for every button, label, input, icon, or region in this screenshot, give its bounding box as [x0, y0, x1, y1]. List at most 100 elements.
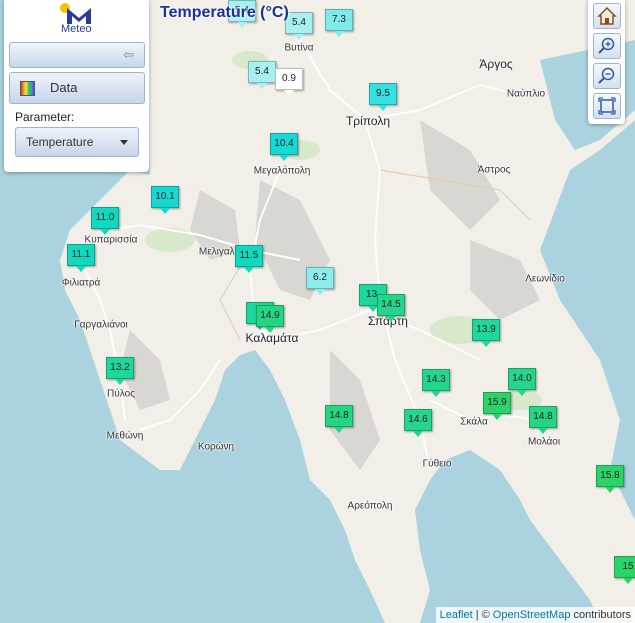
leaflet-link[interactable]: Leaflet	[440, 609, 473, 621]
station-marker[interactable]: 14.8	[325, 405, 353, 433]
marker-pointer	[257, 83, 267, 89]
station-marker[interactable]: 7.3	[325, 9, 353, 37]
marker-pointer	[386, 316, 396, 322]
town-label: Γαργαλιάνοι	[74, 319, 128, 331]
station-value: 11.1	[67, 244, 95, 266]
town-label: Μεγαλόπολη	[253, 165, 311, 177]
station-value: 5.4	[248, 61, 276, 83]
station-value: 13.2	[106, 357, 134, 379]
station-value: 6.2	[306, 267, 334, 289]
station-value: 10.4	[270, 133, 298, 155]
marker-pointer	[334, 427, 344, 433]
town-label: Καλαμάτα	[245, 331, 299, 345]
town-label: Άργος	[479, 57, 513, 71]
home-button[interactable]	[593, 3, 621, 29]
marker-pointer	[538, 428, 548, 434]
station-value: 14.0	[508, 368, 536, 390]
marker-pointer	[517, 390, 527, 396]
logo-text: Meteo	[61, 23, 92, 35]
station-value: 15	[614, 556, 635, 578]
town-label: Τρίπολη	[345, 114, 391, 128]
station-value: 15.9	[483, 392, 511, 414]
town-label: Αρεόπολη	[347, 500, 393, 512]
marker-pointer	[315, 289, 325, 295]
station-value: 0.9	[275, 68, 303, 90]
station-value: 5.4	[285, 12, 313, 34]
station-marker[interactable]: 13.9	[472, 319, 500, 347]
marker-pointer	[378, 105, 388, 111]
marker-pointer	[237, 22, 247, 28]
map-toolbar	[588, 0, 625, 124]
station-marker[interactable]: 14.8	[529, 406, 557, 434]
zoom-in-button[interactable]	[593, 33, 621, 59]
home-icon	[597, 6, 617, 25]
marker-pointer	[605, 487, 615, 493]
station-marker[interactable]: 6.2	[306, 267, 334, 295]
station-marker[interactable]: 14.3	[422, 369, 450, 397]
marker-pointer	[334, 31, 344, 37]
osm-link[interactable]: OpenStreetMap	[493, 609, 571, 621]
station-value: 14.8	[325, 405, 353, 427]
town-label: Γύθειο	[422, 458, 452, 470]
marker-pointer	[115, 379, 125, 385]
town-label: Πύλος	[107, 388, 135, 400]
zoom-out-button[interactable]	[593, 63, 621, 89]
town-label: Άστρος	[477, 164, 511, 176]
marker-pointer	[623, 578, 633, 584]
marker-pointer	[284, 90, 294, 96]
map-title: Temperature (°C)	[160, 4, 289, 21]
town-label: Κορώνη	[197, 441, 235, 453]
town-label: Ναύπλιο	[506, 88, 546, 100]
zoom-in-icon	[598, 37, 615, 54]
station-marker[interactable]: 14.6	[404, 409, 432, 437]
station-marker[interactable]: 11.0	[91, 207, 119, 235]
map-attribution: Leaflet | © OpenStreetMap contributors	[435, 607, 635, 623]
station-value: 13.9	[472, 319, 500, 341]
marker-pointer	[265, 327, 275, 333]
station-value: 14.5	[377, 294, 405, 316]
marker-pointer	[100, 229, 110, 235]
control-panel: Meteo ⇦ Data Parameter: Temperature	[4, 0, 149, 172]
station-value: 9.5	[369, 83, 397, 105]
town-label: Μολάοι	[527, 436, 561, 448]
fit-extent-button[interactable]	[593, 93, 621, 119]
town-label: Φιλιατρά	[61, 277, 101, 289]
attribution-suffix: contributors	[573, 609, 631, 621]
station-value: 14.6	[404, 409, 432, 431]
chevron-down-icon	[120, 140, 128, 145]
marker-pointer	[76, 266, 86, 272]
station-marker[interactable]: 10.1	[151, 186, 179, 214]
station-marker[interactable]: 5.4	[285, 12, 313, 40]
marker-pointer	[492, 414, 502, 420]
town-label: Λεωνίδιο	[525, 273, 565, 285]
marker-pointer	[244, 267, 254, 273]
town-label: Βυτίνα	[284, 42, 314, 54]
station-marker[interactable]: 14.9	[256, 305, 284, 333]
station-marker[interactable]: 13.2	[106, 357, 134, 385]
station-marker[interactable]: 15.8	[596, 465, 624, 493]
parameter-select[interactable]: Temperature	[15, 127, 139, 157]
data-button[interactable]: Data	[9, 72, 145, 104]
data-button-label: Data	[50, 80, 78, 95]
station-marker[interactable]: 9.5	[369, 83, 397, 111]
marker-pointer	[294, 34, 304, 40]
station-value: 11.5	[235, 245, 263, 267]
marker-pointer	[481, 341, 491, 347]
station-marker[interactable]: 14.5	[377, 294, 405, 322]
station-marker[interactable]: 15.9	[483, 392, 511, 420]
collapse-button[interactable]: ⇦	[9, 42, 145, 68]
station-value: 11.0	[91, 207, 119, 229]
station-marker[interactable]: 0.9	[275, 68, 303, 96]
station-marker[interactable]: 10.4	[270, 133, 298, 161]
station-marker[interactable]: 15	[614, 556, 635, 584]
station-marker[interactable]: 14.0	[508, 368, 536, 396]
arrow-left-icon: ⇦	[123, 47, 134, 62]
station-marker[interactable]: 5.4	[248, 61, 276, 89]
attribution-separator: | ©	[475, 609, 490, 621]
station-value: 7.3	[325, 9, 353, 31]
station-marker[interactable]: 11.5	[235, 245, 263, 273]
town-label: Μεθώνη	[106, 430, 144, 442]
station-value: 14.3	[422, 369, 450, 391]
station-value: 14.8	[529, 406, 557, 428]
station-marker[interactable]: 11.1	[67, 244, 95, 272]
